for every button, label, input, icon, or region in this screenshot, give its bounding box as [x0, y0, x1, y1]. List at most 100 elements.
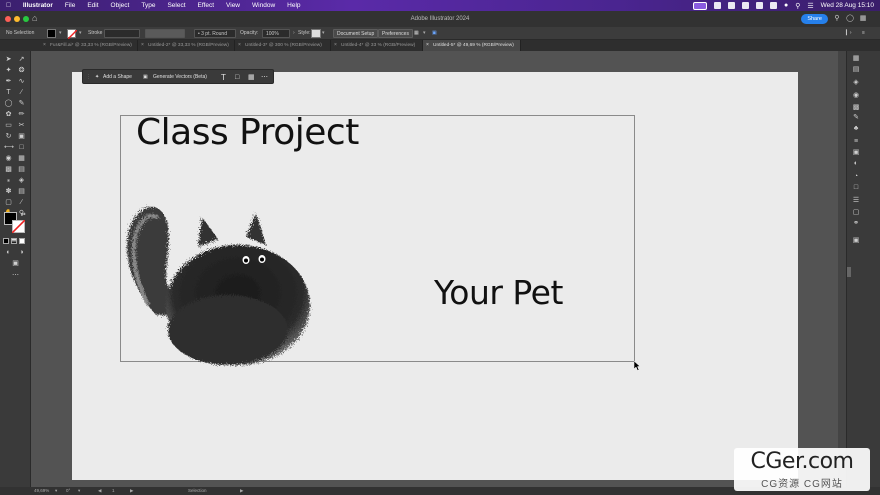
menu-app[interactable]: Illustrator	[17, 0, 59, 11]
chevron-down-icon[interactable]: ▾	[59, 29, 62, 38]
artboard-number[interactable]: 1	[112, 487, 115, 495]
menu-object[interactable]: Object	[105, 0, 136, 11]
menubar-clock[interactable]: Wed 28 Aug 15:10	[821, 2, 874, 9]
image-trace-icon[interactable]: □	[235, 70, 239, 85]
add-shape-button[interactable]: Add a Shape	[103, 70, 132, 85]
type-tool-icon[interactable]: T	[4, 88, 13, 97]
shaper-tool-icon[interactable]: ✿	[4, 110, 13, 119]
mesh-tool-icon[interactable]: ▩	[4, 165, 13, 174]
layers-icon[interactable]: ▦	[248, 70, 255, 85]
libraries-icon[interactable]: ◈	[851, 78, 861, 87]
menu-type[interactable]: Type	[135, 0, 161, 11]
pencil-icon[interactable]: ✏	[17, 110, 26, 119]
chevron-down-icon[interactable]: ▾	[322, 29, 325, 38]
artboard-nav-icon[interactable]: ◀	[98, 487, 101, 495]
panel-resize-handle[interactable]	[847, 267, 851, 277]
close-icon[interactable]: ×	[238, 40, 241, 51]
variable-width-field[interactable]	[145, 29, 185, 38]
symbols-icon[interactable]: ♣	[851, 124, 861, 133]
rotation-value[interactable]: 0°	[66, 487, 70, 495]
apple-icon[interactable]: 	[0, 0, 17, 11]
gradient-tool-icon[interactable]: ▤	[17, 165, 26, 174]
swatches-icon[interactable]: ▩	[851, 103, 861, 112]
direct-selection-tool-icon[interactable]: ↗	[17, 55, 26, 64]
links-icon[interactable]: ⚭	[851, 219, 861, 228]
artboard-tool-icon[interactable]: ▢	[4, 198, 13, 207]
appearance-icon[interactable]: ◔	[851, 172, 861, 181]
gradient-panel-icon[interactable]: ▣	[851, 148, 861, 157]
layers-icon[interactable]: ▤	[851, 65, 861, 74]
eraser-icon[interactable]: ▭	[4, 121, 13, 130]
magic-wand-icon[interactable]: ✦	[4, 66, 13, 75]
status-icon-1[interactable]	[713, 2, 721, 9]
swap-colors-icon[interactable]: ⇄	[19, 211, 28, 220]
selection-tool-icon[interactable]: ➤	[4, 55, 13, 64]
color-mode-icon[interactable]	[3, 238, 9, 244]
scale-tool-icon[interactable]: ▣	[17, 132, 26, 141]
symbol-sprayer-icon[interactable]: ✽	[4, 187, 13, 196]
paintbrush-icon[interactable]: ✎	[17, 99, 26, 108]
line-tool-icon[interactable]: ∕	[17, 88, 26, 97]
panel-toggle-icon[interactable]: ▎›	[846, 29, 852, 38]
generate-vectors-button[interactable]: Generate Vectors (Beta)	[153, 70, 207, 85]
artboards-icon[interactable]: ▢	[851, 208, 861, 217]
chevron-down-icon[interactable]: ▾	[79, 29, 82, 38]
layers-stack-icon[interactable]: ☰	[851, 196, 861, 205]
shape-builder-icon[interactable]: ◉	[4, 154, 13, 163]
minimize-window-button[interactable]	[14, 16, 20, 22]
menu-help[interactable]: Help	[281, 0, 306, 11]
menu-select[interactable]: Select	[161, 0, 191, 11]
discover-icon[interactable]: ◯	[845, 14, 855, 24]
menu-view[interactable]: View	[220, 0, 246, 11]
ellipse-tool-icon[interactable]: ◯	[4, 99, 13, 108]
rotate-tool-icon[interactable]: ↻	[4, 132, 13, 141]
tab-document-5[interactable]: × Untitled-5* @ 49,69 % (RGB/Preview)	[423, 40, 521, 51]
menu-edit[interactable]: Edit	[81, 0, 104, 11]
status-icon-4[interactable]	[755, 2, 763, 9]
column-graph-icon[interactable]: ▤	[17, 187, 26, 196]
workspace-icon[interactable]: ▦	[858, 14, 868, 24]
chevron-right-icon[interactable]: ›	[293, 29, 295, 38]
more-tools-icon[interactable]: ⋯	[11, 271, 20, 280]
lasso-icon[interactable]: ❂	[17, 66, 26, 75]
gradient-mode-icon[interactable]	[11, 238, 17, 244]
home-icon[interactable]: ⌂	[32, 14, 37, 23]
chevron-down-icon[interactable]: ▾	[78, 487, 80, 495]
fill-swatch[interactable]	[47, 29, 56, 38]
chevron-down-icon[interactable]: ▾	[423, 29, 426, 38]
eyedropper-icon[interactable]: ⁎	[4, 176, 13, 185]
document-setup-button[interactable]: Document Setup	[333, 29, 379, 38]
menu-file[interactable]: File	[59, 0, 81, 11]
chevron-down-icon[interactable]: ▾	[55, 487, 57, 495]
more-options-icon[interactable]: ⋯	[261, 70, 268, 85]
curvature-tool-icon[interactable]: ∿	[17, 77, 26, 86]
screen-record-icon[interactable]	[692, 1, 707, 10]
menu-icon[interactable]: ≡	[862, 29, 865, 38]
stroke-weight-field[interactable]	[104, 29, 140, 38]
search-icon[interactable]: ⚲	[795, 2, 800, 10]
fluffy-cat-illustration[interactable]	[118, 195, 318, 370]
tab-document-4[interactable]: × Untitled-4* @ 33 % (RGB/Preview)	[331, 40, 423, 51]
stroke-color-swatch[interactable]	[12, 220, 25, 233]
control-center-icon[interactable]: ☰	[807, 2, 813, 10]
close-icon[interactable]: ×	[43, 40, 46, 51]
brush-definition[interactable]: • 3 pt. Round	[194, 29, 236, 38]
wifi-icon[interactable]: ●	[784, 2, 788, 9]
properties-icon[interactable]: ▦	[851, 54, 861, 63]
pen-tool-icon[interactable]: ✒	[4, 77, 13, 86]
screen-mode-icon[interactable]: ▣	[11, 259, 20, 268]
menu-effect[interactable]: Effect	[192, 0, 221, 11]
status-icon-5[interactable]	[769, 2, 777, 9]
color-icon[interactable]: ◉	[851, 91, 861, 100]
zoom-level[interactable]: 49,69%	[34, 487, 49, 495]
arrange-icon[interactable]: ▦	[414, 29, 419, 38]
type-icon[interactable]: T	[221, 70, 226, 85]
tab-document-3[interactable]: × Untitled-3* @ 300 % (RGB/Preview)	[235, 40, 331, 51]
recolor-icon[interactable]: ▣	[432, 29, 437, 38]
free-transform-icon[interactable]: □	[17, 143, 26, 152]
perspective-grid-icon[interactable]: ▦	[17, 154, 26, 163]
brushes-icon[interactable]: ✎	[851, 113, 861, 122]
stroke-swatch[interactable]	[67, 29, 77, 39]
comments-icon[interactable]: ▣	[851, 236, 861, 245]
graphic-styles-icon[interactable]: □	[851, 183, 861, 192]
